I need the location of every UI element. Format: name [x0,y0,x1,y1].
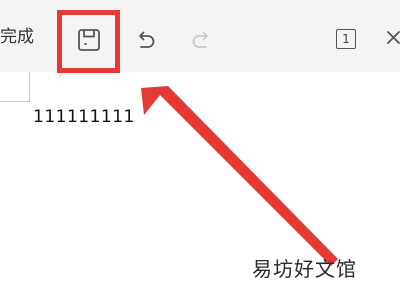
annotation-arrow [141,86,338,266]
watermark: 易坊好文馆 [252,257,357,281]
